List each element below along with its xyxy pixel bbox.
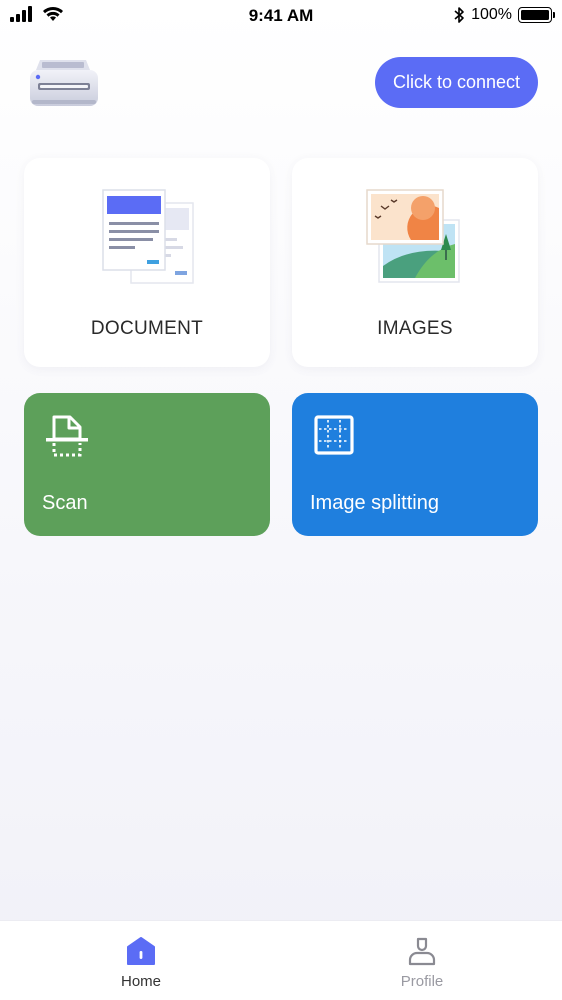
grid-split-icon [314, 415, 354, 455]
tab-profile-label: Profile [400, 973, 444, 990]
profile-icon [408, 937, 436, 966]
document-icon [102, 189, 194, 284]
image-splitting-label: Image splitting [310, 492, 439, 514]
images-label: IMAGES [377, 318, 453, 339]
scan-card[interactable]: Scan [24, 393, 270, 536]
battery-percent: 100% [471, 6, 512, 23]
connect-button[interactable]: Click to connect [375, 57, 538, 108]
battery-icon [518, 7, 555, 23]
tab-profile[interactable]: Profile [372, 935, 472, 990]
images-icon [366, 189, 460, 283]
document-label: DOCUMENT [90, 318, 204, 339]
tab-bar: Home Profile [0, 920, 562, 1000]
home-icon [127, 937, 155, 965]
status-right: 100% [453, 6, 555, 24]
printer-icon[interactable] [28, 56, 100, 110]
bluetooth-icon [454, 7, 464, 23]
scan-label: Scan [42, 492, 88, 514]
images-card[interactable]: IMAGES [292, 158, 538, 367]
tab-home[interactable]: Home [91, 935, 191, 990]
scan-icon [46, 415, 88, 457]
document-card[interactable]: DOCUMENT [24, 158, 270, 367]
status-bar: 9:41 AM 100% [0, 0, 562, 34]
image-splitting-card[interactable]: Image splitting [292, 393, 538, 536]
tab-home-label: Home [120, 973, 161, 990]
